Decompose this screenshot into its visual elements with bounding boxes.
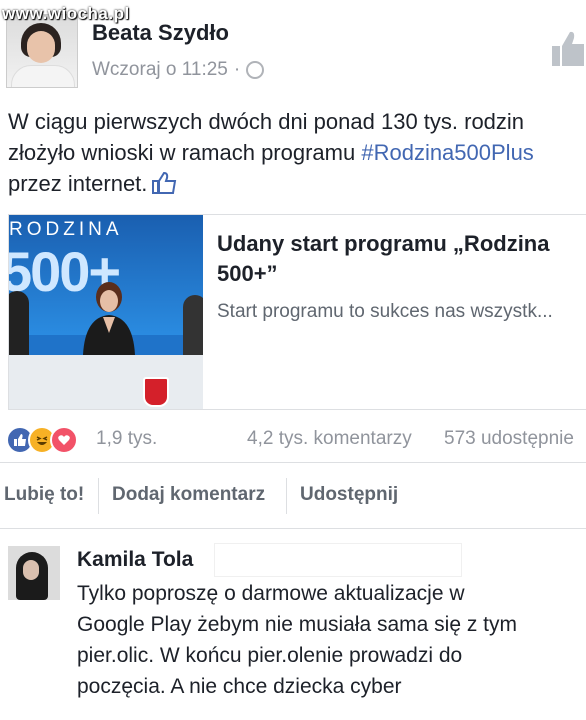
stats-divider: [0, 462, 586, 463]
comments-count[interactable]: 4,2 tys. komentarzy: [247, 428, 412, 450]
post-text-line-2-text: złożyło wnioski w ramach programu: [8, 140, 362, 165]
shares-count[interactable]: 573 udostępnie: [444, 428, 574, 450]
like-thumb-icon[interactable]: [548, 28, 586, 70]
link-title[interactable]: Udany start programu „Rodzina 500+”: [217, 229, 586, 289]
share-button[interactable]: Udostępnij: [300, 484, 398, 506]
like-button[interactable]: Lubię to!: [4, 484, 84, 506]
post-stats: 1,9 tys. 4,2 tys. komentarzy 573 udostęp…: [0, 426, 586, 456]
hashtag-link[interactable]: #Rodzina500Plus: [361, 140, 533, 165]
reaction-icons[interactable]: [6, 426, 78, 454]
commenter-avatar[interactable]: [8, 546, 60, 600]
link-preview-image[interactable]: RODZINA 500+: [9, 215, 203, 409]
post-text-line-3: przez internet.: [8, 168, 586, 199]
post-text-line-3-text: przez internet.: [8, 171, 148, 196]
post-text-line-1: W ciągu pierwszych dwóch dni ponad 130 t…: [8, 109, 525, 134]
love-reaction-icon: [50, 426, 78, 454]
image-person-center: [83, 282, 135, 355]
actions-divider: [0, 528, 586, 529]
commenter-avatar-face: [23, 560, 39, 580]
image-desk: [9, 355, 203, 409]
image-person-left: [9, 291, 29, 355]
comment-button[interactable]: Dodaj komentarz: [112, 484, 265, 506]
link-preview-card[interactable]: RODZINA 500+ Udany start programu „Rodzi…: [8, 214, 586, 410]
comment-line: poczęcia. A nie chce dziecka cyber: [77, 675, 402, 698]
post-meta: Wczoraj o 11:25 ·: [92, 59, 265, 81]
reactions-count[interactable]: 1,9 tys.: [96, 428, 157, 450]
action-separator: [286, 478, 287, 514]
avatar-body: [11, 65, 75, 87]
redaction-box: [214, 543, 462, 577]
post-text: W ciągu pierwszych dwóch dni ponad 130 t…: [8, 106, 586, 199]
globe-icon: [246, 61, 265, 79]
link-description: Start programu to sukces nas wszystk...: [217, 301, 553, 322]
comment-author-name[interactable]: Kamila Tola: [77, 548, 193, 572]
thumbs-up-emoji-icon: [152, 171, 177, 194]
avatar-face: [27, 31, 55, 63]
comment-line: Tylko poproszę o darmowe aktualizacje w: [77, 582, 465, 605]
polish-emblem-icon: [143, 377, 169, 407]
meta-separator: ·: [233, 59, 241, 80]
comment-text: Tylko poproszę o darmowe aktualizacje w …: [77, 578, 585, 702]
comment-line: pier.olic. W końcu pier.olenie prowadzi …: [77, 644, 463, 667]
post-timestamp[interactable]: Wczoraj o 11:25: [92, 59, 228, 81]
comment-line: Google Play żebym nie musiała sama się z…: [77, 613, 518, 636]
image-person-right: [183, 295, 203, 355]
author-avatar[interactable]: [6, 14, 78, 88]
action-separator: [98, 478, 99, 514]
image-word: RODZINA: [9, 219, 123, 240]
watermark: www.wiocha.pl: [2, 4, 130, 23]
post-actions: Lubię to! Dodaj komentarz Udostępnij: [0, 470, 586, 522]
post-text-line-2: złożyło wnioski w ramach programu #Rodzi…: [8, 137, 586, 168]
